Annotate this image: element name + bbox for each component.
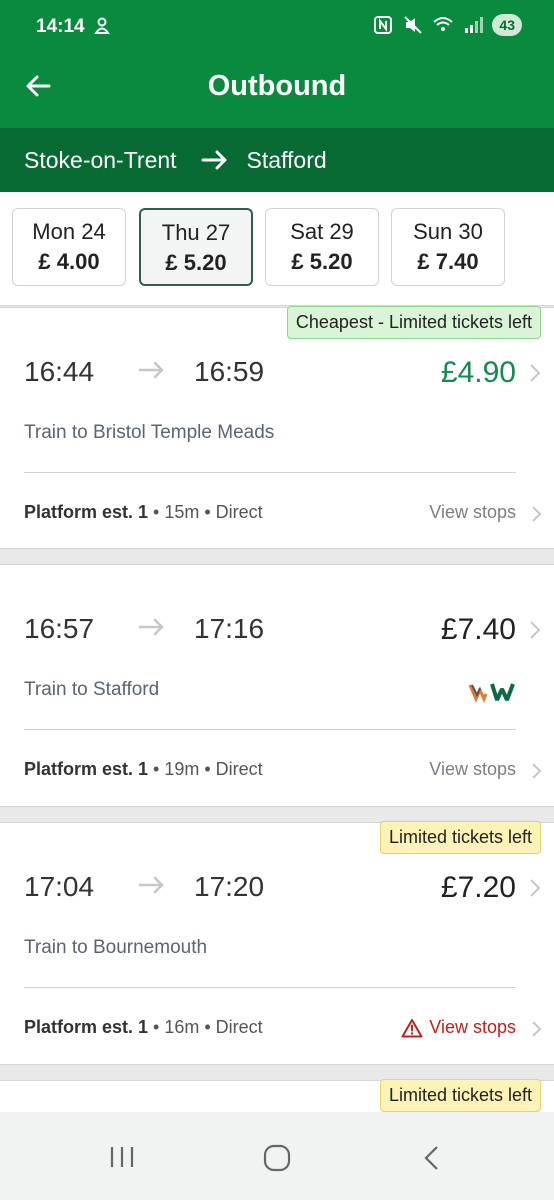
ticket-price: £7.40 — [440, 613, 516, 646]
time-arrow-icon — [138, 876, 164, 894]
date-price: £ 5.20 — [165, 250, 227, 275]
chevron-right-icon — [530, 364, 541, 382]
recent-apps-icon[interactable] — [108, 1144, 136, 1170]
battery-indicator: 43 — [492, 14, 522, 36]
chevron-right-icon — [532, 506, 542, 522]
date-selector: Mon 24 £ 4.00 Thu 27 £ 5.20 Sat 29 £ 5.2… — [0, 192, 554, 306]
home-icon[interactable] — [262, 1144, 292, 1172]
date-price: £ 7.40 — [417, 249, 479, 274]
journey-card[interactable]: Cheapest - Limited tickets left 16:44 16… — [0, 306, 554, 549]
date-day: Sat 29 — [290, 219, 354, 244]
ticket-price: £4.90 — [440, 356, 516, 389]
journey-details: Platform est. 1 • 19m • Direct — [24, 759, 263, 780]
nfc-icon — [374, 16, 393, 34]
date-option-sun-30[interactable]: Sun 30 £ 7.40 — [391, 208, 505, 286]
chevron-right-icon — [530, 879, 541, 897]
status-bar: 14:14 43 — [0, 0, 554, 54]
chevron-right-icon — [530, 621, 541, 639]
arrival-time: 16:59 — [194, 356, 265, 387]
platform-label: Platform est. 1 — [24, 1017, 149, 1037]
date-price: £ 5.20 — [291, 249, 353, 274]
train-destination: Train to Stafford — [24, 679, 160, 700]
warning-icon — [401, 1018, 423, 1037]
chevron-right-icon — [532, 1021, 542, 1037]
view-stops-link[interactable]: View stops — [429, 759, 516, 780]
train-destination: Train to Bristol Temple Meads — [24, 422, 275, 443]
train-destination: Train to Bournemouth — [24, 937, 208, 958]
duration-changes: • 15m • Direct — [148, 502, 263, 522]
divider — [24, 729, 516, 730]
duration-changes: • 16m • Direct — [148, 1017, 263, 1037]
status-time: 14:14 — [36, 16, 85, 37]
wifi-icon — [433, 17, 454, 31]
date-day: Thu 27 — [161, 220, 231, 245]
train-operator-logo-icon — [468, 683, 515, 703]
route-destination: Stafford — [246, 146, 327, 173]
divider — [24, 472, 516, 473]
date-day: Sun 30 — [413, 219, 483, 244]
date-option-sat-29[interactable]: Sat 29 £ 5.20 — [265, 208, 379, 286]
date-day: Mon 24 — [32, 219, 106, 244]
back-nav-icon[interactable] — [420, 1144, 444, 1172]
ticket-price: £7.20 — [440, 871, 516, 904]
time-arrow-icon — [138, 618, 164, 636]
limited-tickets-badge: Limited tickets left — [379, 1079, 541, 1112]
chevron-right-icon — [532, 763, 542, 779]
date-price: £ 4.00 — [38, 249, 100, 274]
journey-details: Platform est. 1 • 16m • Direct — [24, 1017, 263, 1038]
view-stops-label: View stops — [429, 1017, 516, 1037]
signal-icon — [465, 17, 484, 33]
view-stops-label: View stops — [429, 502, 516, 522]
journey-card[interactable]: Limited tickets left 17:04 17:20 £7.20 T… — [0, 821, 554, 1065]
view-stops-link[interactable]: View stops — [401, 1017, 516, 1038]
platform-label: Platform est. 1 — [24, 502, 149, 522]
date-option-mon-24[interactable]: Mon 24 £ 4.00 — [12, 208, 126, 286]
mute-icon — [404, 16, 423, 34]
journey-card[interactable]: 16:57 17:16 £7.40 Train to Stafford Plat… — [0, 564, 554, 807]
page-title: Outbound — [207, 70, 347, 102]
departure-time: 16:57 — [24, 613, 95, 644]
view-stops-label: View stops — [429, 759, 516, 779]
cheapest-badge: Cheapest - Limited tickets left — [286, 306, 541, 339]
duration-changes: • 19m • Direct — [148, 759, 263, 779]
view-stops-link[interactable]: View stops — [429, 502, 516, 523]
route-origin: Stoke-on-Trent — [24, 146, 177, 173]
time-arrow-icon — [138, 361, 164, 379]
route-bar: Stoke-on-Trent Stafford — [0, 128, 554, 192]
departure-time: 16:44 — [24, 356, 95, 387]
notification-icon — [94, 17, 110, 34]
departure-time: 17:04 — [24, 871, 95, 902]
limited-tickets-badge: Limited tickets left — [379, 821, 541, 854]
system-navigation-bar — [0, 1112, 554, 1200]
journey-details: Platform est. 1 • 15m • Direct — [24, 502, 263, 523]
arrival-time: 17:16 — [194, 613, 265, 644]
arrival-time: 17:20 — [194, 871, 265, 902]
platform-label: Platform est. 1 — [24, 759, 149, 779]
route-arrow-icon — [201, 149, 229, 171]
divider — [24, 987, 516, 988]
date-option-thu-27[interactable]: Thu 27 £ 5.20 — [139, 208, 253, 286]
app-header: Outbound — [0, 54, 554, 128]
